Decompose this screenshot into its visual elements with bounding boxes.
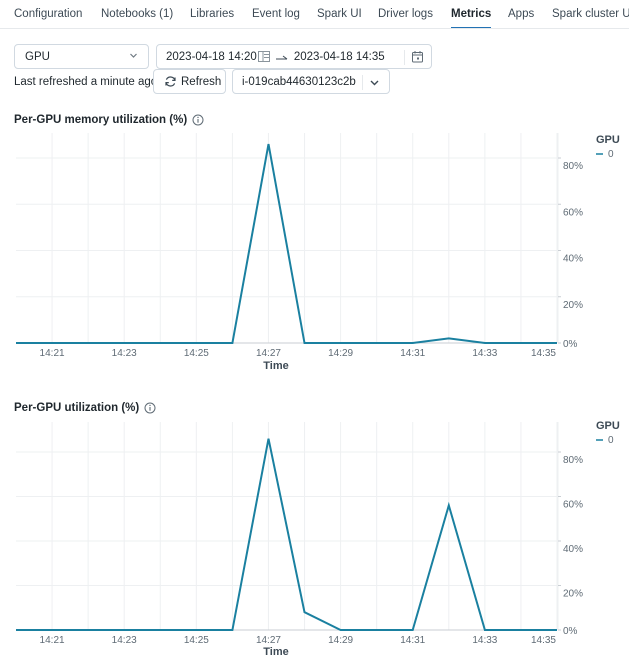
x-tick-label: 14:33 (472, 635, 497, 646)
legend-title: GPU (596, 420, 620, 432)
x-axis-label: Time (263, 360, 288, 372)
x-tick-label: 14:31 (400, 635, 425, 646)
tab-driver-logs[interactable]: Driver logs (378, 8, 433, 20)
tab-metrics[interactable]: Metrics (451, 8, 492, 28)
x-tick-label: 14:27 (256, 635, 281, 646)
tab-bar: Configuration Notebooks (1) Libraries Ev… (0, 0, 629, 29)
instance-select[interactable]: i-019cab44630123c2b (232, 69, 390, 94)
instance-select-value: i-019cab44630123c2b (242, 75, 356, 88)
divider (404, 50, 405, 65)
tab-spark-ui[interactable]: Spark UI (317, 8, 362, 20)
date-range-end[interactable]: 2023-04-18 14:35 (294, 51, 385, 63)
tab-libraries[interactable]: Libraries (190, 8, 234, 20)
x-axis-label: Time (263, 646, 288, 657)
x-tick-label: 14:21 (40, 348, 65, 359)
y-tick-label: 0% (563, 339, 578, 350)
x-tick-label: 14:25 (184, 635, 209, 646)
x-tick-label: 14:29 (328, 348, 353, 359)
y-tick-label: 80% (563, 455, 583, 466)
x-tick-label: 14:27 (256, 348, 281, 359)
x-tick-label: 14:35 (531, 348, 556, 359)
last-refreshed-text: Last refreshed a minute ago (14, 76, 158, 88)
chevron-down-icon (129, 51, 138, 62)
y-tick-label: 20% (563, 300, 583, 311)
memory-utilization-chart: 0% 20% 40% 60% 80% 14:21 14:23 14:25 14:27 14:29… (15, 133, 620, 372)
tab-event-log[interactable]: Event log (252, 8, 300, 20)
y-tick-label: 40% (563, 544, 583, 555)
x-tick-label: 14:31 (400, 348, 425, 359)
x-tick-label: 14:29 (328, 635, 353, 646)
refresh-icon (164, 75, 181, 88)
refresh-label: Refresh (181, 75, 222, 88)
gpu-utilization-chart: 0% 20% 40% 60% 80% 14:21 14:23 14:25 14:27 14:29… (15, 420, 620, 657)
y-tick-label: 80% (563, 161, 583, 172)
x-tick-label: 14:35 (531, 635, 556, 646)
y-tick-label: 0% (563, 626, 578, 637)
metric-select[interactable]: GPU (14, 44, 149, 69)
y-tick-label: 40% (563, 254, 583, 265)
series-line-gpu-0 (16, 438, 557, 631)
tab-notebooks[interactable]: Notebooks (1) (101, 8, 173, 20)
y-tick-label: 60% (563, 207, 583, 218)
divider (362, 75, 363, 90)
y-tick-label: 60% (563, 500, 583, 511)
x-tick-label: 14:23 (112, 348, 137, 359)
refresh-button[interactable]: Refresh (153, 69, 226, 94)
legend-item-label[interactable]: 0 (608, 149, 614, 160)
date-range-start[interactable]: 2023-04-18 14:20 (166, 51, 257, 63)
y-tick-label: 20% (563, 589, 583, 600)
legend-item-label[interactable]: 0 (608, 435, 614, 446)
date-range-picker[interactable]: 2023-04-18 14:20 2023-04-18 14:35 (156, 44, 432, 69)
chevron-down-icon (369, 77, 380, 91)
series-line-gpu-0 (16, 143, 557, 344)
range-arrow (275, 53, 288, 61)
x-tick-label: 14:23 (112, 635, 137, 646)
tab-spark-cluster-ui[interactable]: Spark cluster U (552, 8, 629, 20)
clear-icon (257, 51, 270, 62)
x-tick-label: 14:21 (40, 635, 65, 646)
tab-configuration[interactable]: Configuration (14, 8, 82, 20)
calendar-icon[interactable] (411, 50, 424, 66)
x-tick-label: 14:33 (472, 348, 497, 359)
metric-select-value: GPU (25, 50, 50, 63)
tab-apps[interactable]: Apps (508, 8, 534, 20)
x-tick-label: 14:25 (184, 348, 209, 359)
legend-title: GPU (596, 134, 620, 146)
